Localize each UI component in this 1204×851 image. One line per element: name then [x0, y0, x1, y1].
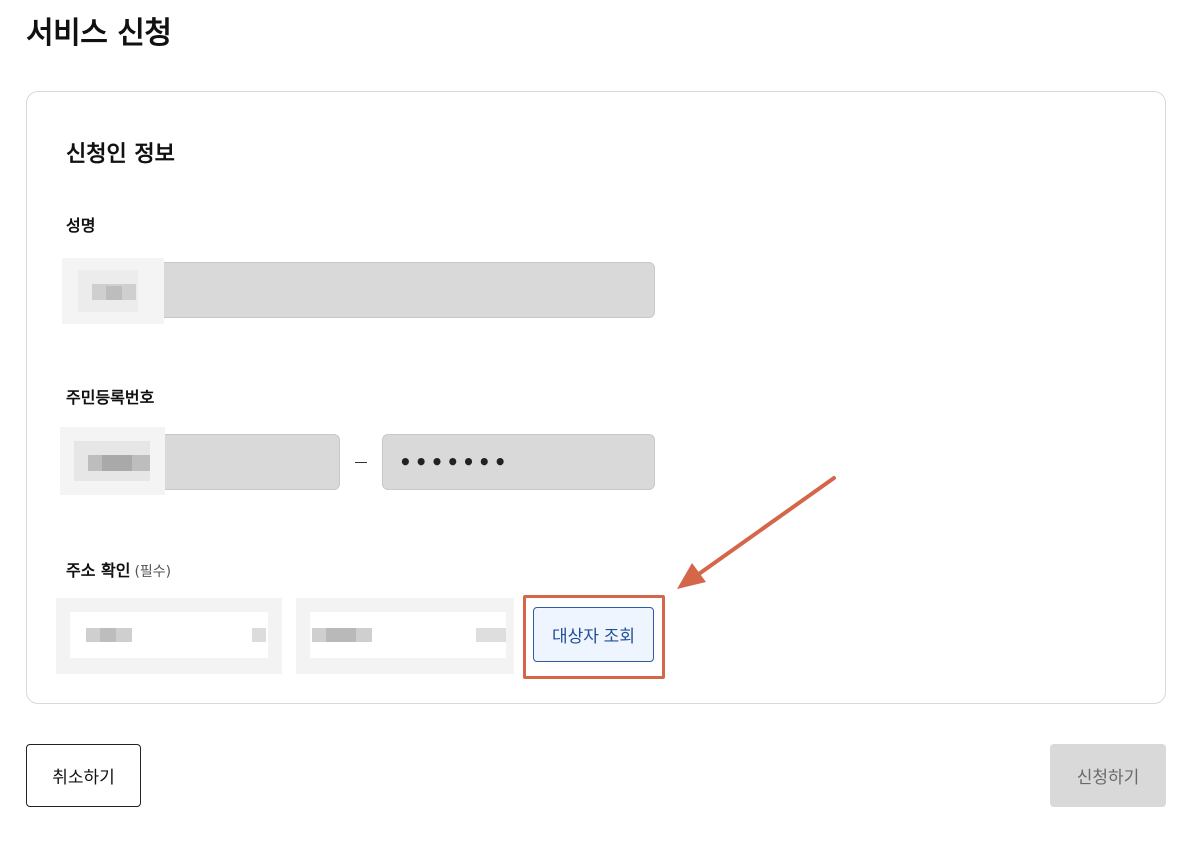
- address-required-hint: (필수): [134, 564, 172, 580]
- submit-button[interactable]: 신청하기: [1050, 744, 1166, 807]
- resident-number-back-field[interactable]: •••••••: [382, 434, 655, 490]
- resident-number-redaction: [60, 427, 165, 495]
- address-field-1[interactable]: [56, 598, 282, 674]
- resident-number-label: 주민등록번호: [66, 388, 155, 407]
- target-lookup-button[interactable]: 대상자 조회: [533, 607, 654, 662]
- cancel-button[interactable]: 취소하기: [26, 744, 141, 807]
- address-label: 주소 확인 (필수): [66, 557, 171, 581]
- name-redaction: [62, 258, 164, 324]
- address-field-2[interactable]: [296, 598, 514, 674]
- service-application-page: 서비스 신청 신청인 정보 성명 주민등록번호 ••••••• 주소 확인 (필수…: [0, 0, 1204, 851]
- page-title: 서비스 신청: [26, 16, 172, 51]
- resident-number-separator: [355, 462, 367, 463]
- section-title-applicant-info: 신청인 정보: [66, 142, 175, 167]
- name-label: 성명: [66, 216, 96, 235]
- address-label-text: 주소 확인: [66, 561, 131, 580]
- resident-number-back-value: •••••••: [399, 450, 510, 474]
